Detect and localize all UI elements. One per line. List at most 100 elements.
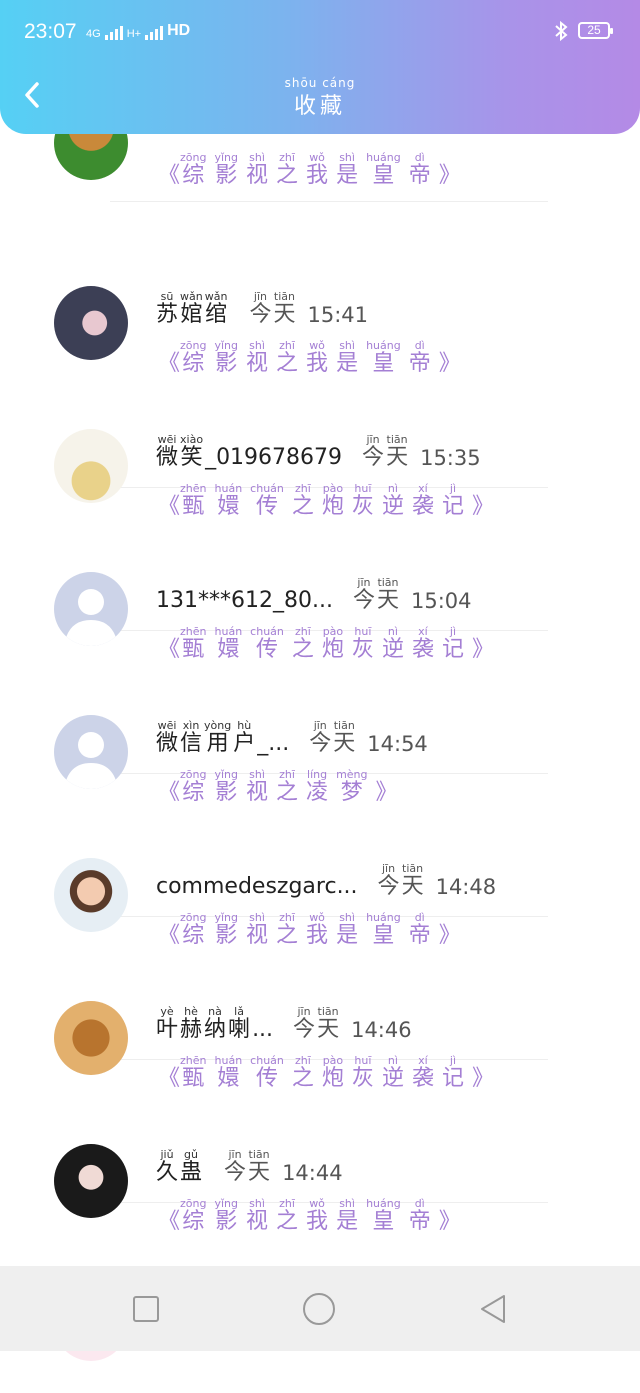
page-title: shōu cáng 收藏 — [0, 76, 640, 120]
drama-title[interactable]: 《 zōng 综 yǐng 影 shì 视 zhī 之 wǒ 我 shì 是 huáng 皇 dì 帝》 — [158, 1192, 461, 1234]
drama-char: zhī 之 — [276, 339, 298, 376]
user-name: 131***612_80... jīn 今 tiān 天 15:04 — [156, 567, 472, 613]
list-item[interactable]: jiǔ 久 gǔ 蛊 jīn 今 tiān 天 14:44 《 zōng 综 yǐng 影 shì 视 zhī 之… — [0, 1107, 640, 1346]
drama-char: shì 视 — [246, 151, 268, 188]
drama-char-char: 视 — [246, 780, 269, 805]
default-avatar-icon — [64, 589, 118, 646]
drama-char-char: 是 — [336, 1209, 359, 1234]
drama-char-char: 记 — [441, 1066, 464, 1091]
list-item[interactable]: 131***612_80... jīn 今 tiān 天 15:04 《 zhēn 甄 huán 嬛… — [0, 535, 640, 774]
name-char-char: 苏 — [156, 302, 179, 327]
drama-char: nì 逆 — [382, 482, 404, 519]
favorite-time: jīn 今 tiān 天 14:44 — [224, 1139, 343, 1185]
drama-char-char: 我 — [306, 163, 329, 188]
drama-char-char: 综 — [182, 1209, 205, 1234]
drama-char-char: 炮 — [321, 1066, 344, 1091]
drama-title[interactable]: 《 zōng 综 yǐng 影 shì 视 zhī 之 wǒ 我 shì 是 huáng 皇 dì 帝》 — [158, 906, 461, 948]
battery-icon: 25 — [578, 22, 613, 39]
drama-char-char: 我 — [306, 351, 329, 376]
drama-char: chuán 传 — [250, 482, 284, 519]
list-item[interactable]: wēi 微 xìn 信 yòng 用 hù 户 _... jīn 今 tiān 天 14:54 《 zōng 综… — [0, 678, 640, 917]
drama-char: huáng 皇 — [366, 1197, 401, 1234]
drama-bracket-right: 》 — [438, 163, 461, 188]
drama-char: dì 帝 — [409, 151, 431, 188]
drama-char-char: 视 — [246, 351, 269, 376]
network-type-2: H+ — [126, 28, 142, 40]
drama-char-char: 影 — [215, 923, 238, 948]
avatar[interactable] — [54, 572, 128, 646]
drama-char-char: 传 — [256, 494, 279, 519]
name-char-char: 微 — [156, 731, 179, 756]
list-item[interactable]: commedeszgarc... jīn 今 tiān 天 14:48 《 zōng 综 yǐng… — [0, 821, 640, 1060]
drama-char: zhī 之 — [276, 1197, 298, 1234]
time-prefix-char: 今 — [309, 731, 332, 756]
favorite-time: jīn 今 tiān 天 14:54 — [309, 710, 428, 756]
name-char-char: 赫 — [180, 1017, 203, 1042]
drama-title[interactable]: 《 zōng 综 yǐng 影 shì 视 zhī 之 wǒ 我 shì 是 huáng 皇 dì 帝》 — [158, 334, 461, 376]
drama-char-char: 影 — [215, 1209, 238, 1234]
name-char-char: 纳 — [204, 1017, 227, 1042]
name-char-char: 户 — [233, 731, 256, 756]
drama-char: shì 视 — [246, 911, 268, 948]
drama-char-char: 综 — [182, 163, 205, 188]
drama-char-char: 之 — [276, 351, 299, 376]
avatar[interactable] — [54, 286, 128, 360]
name-char-char: 婠 — [180, 302, 203, 327]
user-name: commedeszgarc... jīn 今 tiān 天 14:48 — [156, 853, 496, 899]
name-char: nà 纳 — [204, 1005, 226, 1042]
drama-title[interactable]: 《 zōng 综 yǐng 影 shì 视 zhī 之 wǒ 我 shì 是 huáng 皇 dì 帝》 — [158, 146, 461, 188]
list-item[interactable]: sū 苏 wǎn 婠 wǎn 绾 jīn 今 tiān 天 15:41 《 zōng 综 yǐng 影 shì 视… — [0, 249, 640, 488]
list-divider — [110, 201, 548, 202]
home-icon[interactable] — [302, 1292, 336, 1326]
list-item[interactable]: yè 叶 hè 赫 nà 纳 lǎ 喇... jīn 今 tiān 天 14:46 《 zhēn 甄 huán 嬛… — [0, 964, 640, 1203]
drama-char: pào 炮 — [322, 1054, 344, 1091]
drama-title[interactable]: 《 zhēn 甄 huán 嬛 chuán 传 zhī 之 pào 炮 huī 灰 nì 逆 xí 袭 jì 记》 — [158, 1049, 494, 1091]
time-prefix-char: 今 — [293, 1017, 316, 1042]
time-prefix: tiān天 — [248, 1148, 270, 1185]
drama-char-char: 甄 — [182, 637, 205, 662]
time-prefix-char: 今 — [362, 445, 385, 470]
avatar[interactable] — [54, 858, 128, 932]
name-char: gǔ 蛊 — [180, 1148, 202, 1185]
time-prefix-char: 今 — [377, 874, 400, 899]
drama-char-char: 嬛 — [217, 494, 240, 519]
drama-char-char: 之 — [291, 637, 314, 662]
drama-char: jì 记 — [442, 482, 464, 519]
drama-char: nì 逆 — [382, 1054, 404, 1091]
back-triangle-icon[interactable] — [476, 1292, 510, 1326]
drama-char: shì 是 — [336, 911, 358, 948]
avatar[interactable] — [54, 1001, 128, 1075]
drama-char: xí 袭 — [412, 625, 434, 662]
user-name-text: commedeszgarc... — [156, 874, 358, 899]
drama-char: yǐng 影 — [214, 339, 238, 376]
time-prefix: tiān天 — [402, 862, 424, 899]
drama-char-char: 甄 — [182, 1066, 205, 1091]
drama-char-char: 是 — [336, 923, 359, 948]
time-prefix: tiān天 — [386, 433, 408, 470]
avatar[interactable] — [54, 1144, 128, 1218]
network-type-1: 4G — [86, 28, 101, 40]
time-prefix-char: 天 — [248, 1160, 271, 1185]
time-value: 14:46 — [351, 1018, 412, 1042]
time-prefix: jīn今 — [293, 1005, 315, 1042]
drama-title[interactable]: 《 zhēn 甄 huán 嬛 chuán 传 zhī 之 pào 炮 huī 灰 nì 逆 xí 袭 jì 记》 — [158, 477, 494, 519]
list-item[interactable]: wēi 微 xiào 笑 _019678679 jīn 今 tiān 天 15:35 《 zhēn 甄 h… — [0, 392, 640, 631]
avatar[interactable] — [54, 715, 128, 789]
drama-char: shì 视 — [246, 768, 268, 805]
time-prefix: jīn今 — [353, 576, 375, 613]
drama-char: zōng 综 — [180, 151, 206, 188]
name-char: xìn 信 — [180, 719, 202, 756]
drama-title[interactable]: 《 zhēn 甄 huán 嬛 chuán 传 zhī 之 pào 炮 huī 灰 nì 逆 xí 袭 jì 记》 — [158, 620, 494, 662]
name-char-char: 笑 — [180, 445, 203, 470]
drama-char-char: 之 — [276, 163, 299, 188]
drama-bracket-right: 》 — [471, 1066, 494, 1091]
drama-char-char: 之 — [291, 494, 314, 519]
signal-bars-icon-2 — [145, 24, 164, 40]
recent-apps-icon[interactable] — [129, 1292, 163, 1326]
drama-title[interactable]: 《 zōng 综 yǐng 影 shì 视 zhī 之 líng 凌 mèng 梦》 — [158, 763, 398, 805]
drama-char: huán 嬛 — [215, 625, 243, 662]
avatar[interactable] — [54, 429, 128, 503]
time-prefix: jīn今 — [309, 719, 331, 756]
name-char: wǎn 绾 — [205, 290, 228, 327]
drama-char: wǒ 我 — [306, 1197, 328, 1234]
